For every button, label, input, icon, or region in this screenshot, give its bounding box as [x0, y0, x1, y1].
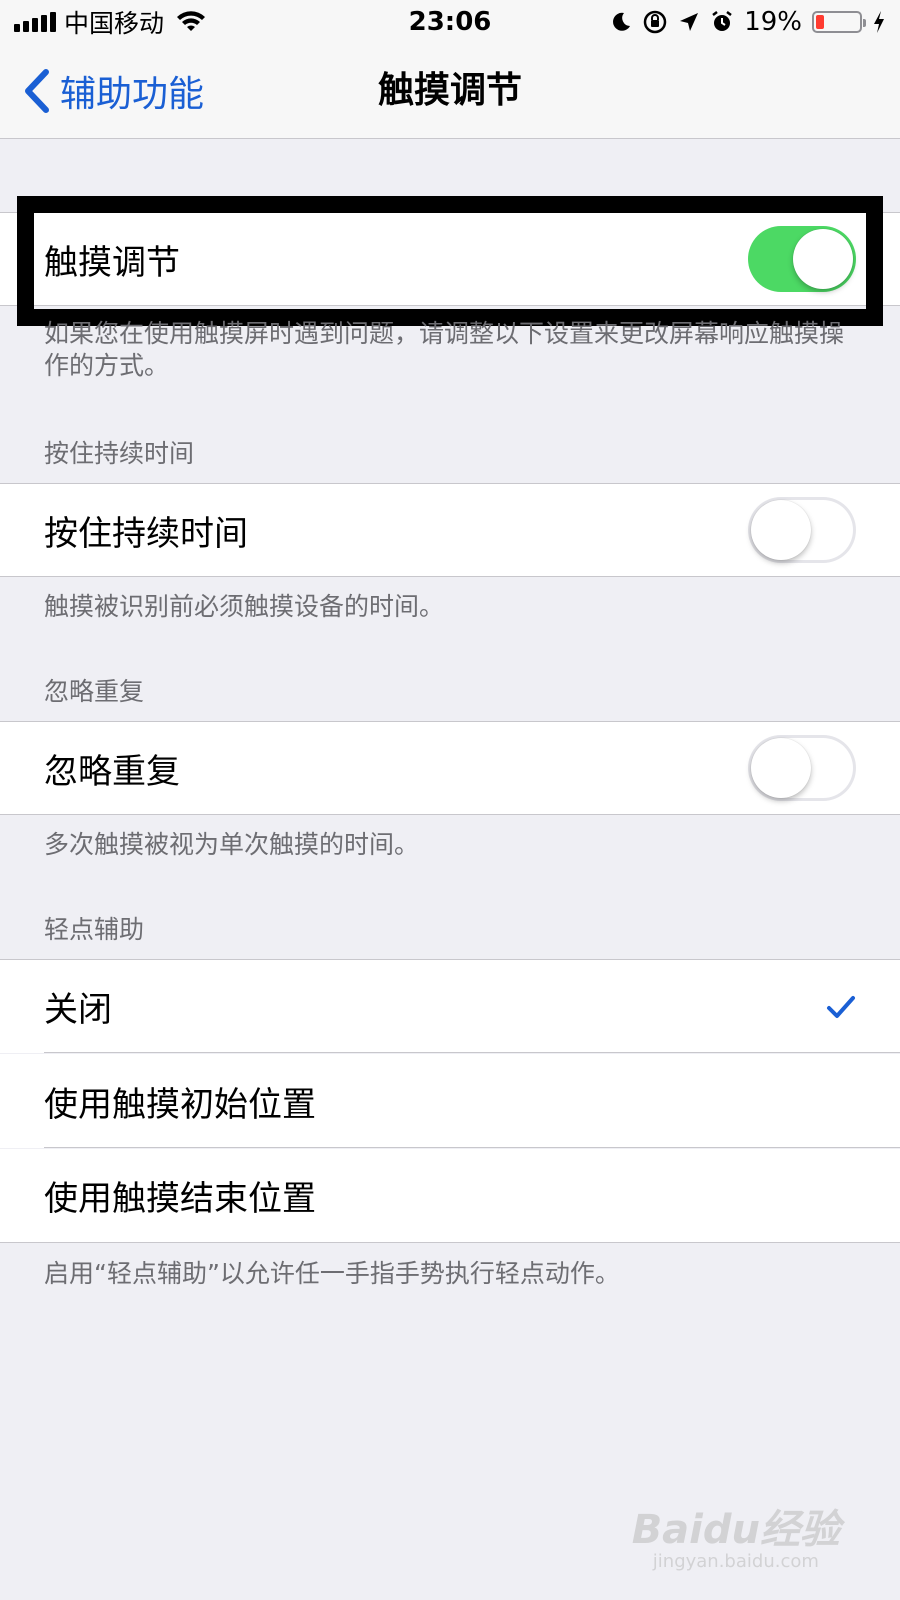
watermark: Baidu经验 jingyan.baidu.com [632, 1497, 840, 1572]
touch-accommodations-label: 触摸调节 [44, 242, 180, 283]
hold-duration-toggle[interactable] [748, 497, 856, 563]
navigation-bar: 辅助功能 触摸调节 [0, 44, 900, 139]
toggle-knob [751, 500, 811, 560]
hold-duration-footer: 触摸被识别前必须触摸设备的时间。 [44, 592, 445, 621]
option-label: 关闭 [44, 990, 112, 1030]
battery-percent: 19% [744, 7, 802, 37]
touch-accommodations-toggle[interactable] [748, 226, 856, 292]
watermark-logo: Baidu经验 [631, 1507, 840, 1553]
toggle-knob [793, 229, 853, 289]
orientation-lock-icon [643, 10, 667, 34]
row-divider [44, 1147, 900, 1148]
toggle-knob [751, 738, 811, 798]
battery-icon [812, 11, 866, 33]
moon-icon [613, 12, 631, 31]
tap-assistance-option-off[interactable]: 关闭 [0, 959, 900, 1053]
hold-duration-header: 按住持续时间 [44, 439, 195, 468]
tap-assistance-option-initial[interactable]: 使用触摸初始位置 [0, 1054, 900, 1148]
option-label: 使用触摸结束位置 [44, 1179, 316, 1219]
watermark-url: jingyan.baidu.com [652, 1551, 819, 1572]
alarm-icon [712, 11, 732, 31]
ignore-repeat-toggle[interactable] [748, 735, 856, 801]
page-title: 触摸调节 [377, 70, 522, 111]
touch-accommodations-footer: 如果您在使用触摸屏时遇到问题，请调整以下设置来更改屏幕响应触摸操作的方式。 [44, 319, 845, 380]
tap-assistance-footer: 启用“轻点辅助”以允许任一手指手势执行轻点动作。 [44, 1259, 620, 1288]
option-label: 使用触摸初始位置 [44, 1084, 316, 1125]
touch-accommodations-cell: 触摸调节 [0, 212, 900, 306]
location-icon [680, 13, 699, 31]
ignore-repeat-header: 忽略重复 [44, 677, 145, 706]
ignore-repeat-label: 忽略重复 [44, 751, 180, 792]
charging-icon [874, 11, 884, 33]
tap-assistance-option-final[interactable]: 使用触摸结束位置 [0, 1149, 900, 1243]
row-divider [44, 1052, 900, 1053]
tap-assistance-header: 轻点辅助 [44, 915, 145, 944]
ignore-repeat-footer: 多次触摸被视为单次触摸的时间。 [44, 830, 420, 859]
hold-duration-cell: 按住持续时间 [0, 483, 900, 577]
status-bar: 中国移动 23:06 19% [0, 0, 900, 44]
hold-duration-label: 按住持续时间 [44, 513, 248, 554]
ignore-repeat-cell: 忽略重复 [0, 721, 900, 815]
checkmark-icon [827, 995, 855, 1018]
